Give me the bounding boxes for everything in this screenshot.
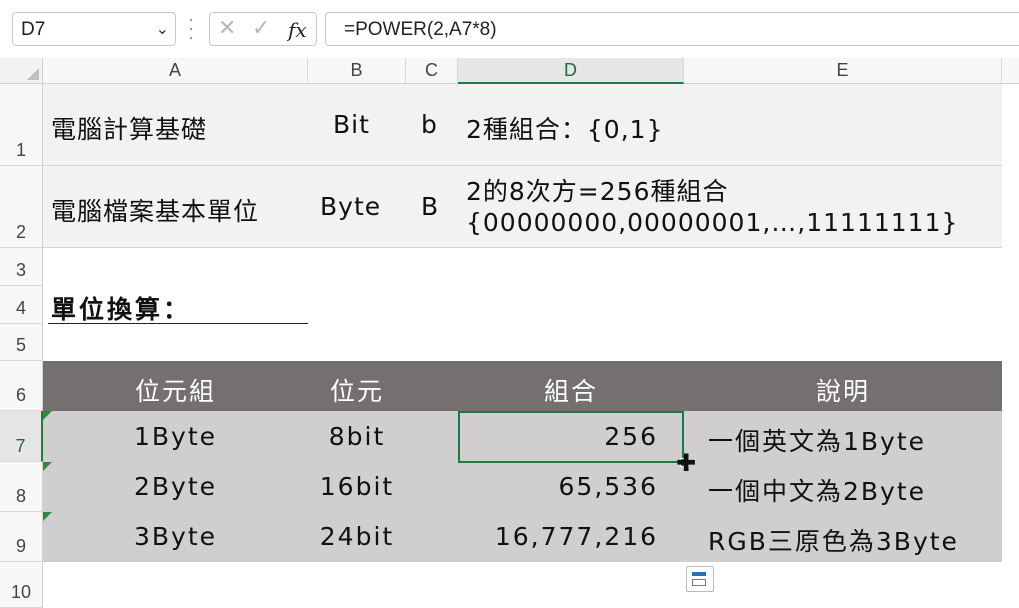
formula-input[interactable]: =POWER(2,A7*8) (325, 12, 1019, 46)
row-header-10[interactable]: 10 (0, 562, 43, 608)
row-header-2[interactable]: 2 (0, 166, 43, 248)
cell-a1[interactable]: 電腦計算基礎 (51, 110, 207, 146)
row-number: 3 (15, 260, 26, 280)
section-title-underline (48, 323, 308, 324)
table-header-bits[interactable]: 位元 (308, 372, 406, 408)
section-title[interactable]: 單位換算： (51, 290, 191, 326)
name-box[interactable]: D7 ⌄ (12, 12, 176, 46)
col-header-d[interactable]: D (458, 58, 684, 84)
active-cell-border (458, 411, 684, 463)
row-header-5[interactable]: 5 (0, 324, 43, 361)
cell-a8[interactable]: 2Byte (43, 472, 308, 501)
cell-e9[interactable]: RGB三原色為3Byte (708, 522, 959, 558)
cell-d2-line2[interactable]: {00000000,00000001,…,11111111} (466, 208, 958, 237)
error-indicator-icon[interactable] (43, 411, 52, 420)
row-number: 7 (15, 436, 26, 456)
cell-d9[interactable]: 16,777,216 (458, 522, 658, 551)
cell-e8[interactable]: 一個中文為2Byte (708, 472, 926, 508)
row-header-1[interactable]: 1 (0, 84, 43, 166)
more-options-icon[interactable]: · · · (188, 10, 194, 46)
formula-bar: D7 ⌄ · · · ✕ ✓ fx =POWER(2,A7*8) (0, 0, 1019, 60)
formula-text: =POWER(2,A7*8) (344, 19, 497, 40)
table-header-description[interactable]: 說明 (684, 372, 1002, 408)
col-header-f[interactable] (1002, 58, 1019, 84)
cancel-icon[interactable]: ✕ (218, 16, 236, 41)
cell-d8[interactable]: 65,536 (458, 472, 658, 501)
vertical-scrollbar[interactable] (1003, 84, 1019, 608)
error-indicator-icon[interactable] (43, 462, 52, 471)
row-divider (43, 165, 1002, 166)
cell-c2[interactable]: B (421, 192, 439, 221)
col-header-c[interactable]: C (406, 58, 458, 84)
col-header-b[interactable]: B (308, 58, 406, 84)
enter-icon[interactable]: ✓ (252, 16, 270, 41)
row-number: 9 (15, 536, 26, 556)
cell-c1[interactable]: b (421, 110, 438, 139)
row-number: 8 (15, 486, 26, 506)
row-number: 5 (15, 335, 26, 355)
row-number: 2 (15, 222, 26, 242)
select-all-corner[interactable] (0, 58, 43, 84)
table-header-bytes[interactable]: 位元組 (43, 372, 308, 408)
row-number: 1 (15, 140, 26, 160)
cell-b8[interactable]: 16bit (308, 472, 406, 501)
row-number: 10 (10, 582, 32, 602)
formula-buttons: ✕ ✓ fx (209, 12, 317, 46)
cell-b1[interactable]: Bit (333, 110, 370, 139)
row-header-4[interactable]: 4 (0, 286, 43, 324)
row-header-3[interactable]: 3 (0, 248, 43, 286)
cell-a7[interactable]: 1Byte (43, 422, 308, 451)
col-header-e[interactable]: E (684, 58, 1002, 84)
row-header-6[interactable]: 6 (0, 361, 43, 411)
quick-analysis-icon[interactable] (686, 566, 714, 592)
row-number: 4 (15, 298, 26, 318)
chevron-down-icon[interactable]: ⌄ (156, 19, 169, 38)
cell-b7[interactable]: 8bit (308, 422, 406, 451)
cell-b2[interactable]: Byte (320, 192, 381, 221)
error-indicator-icon[interactable] (43, 512, 52, 521)
cell-b9[interactable]: 24bit (308, 522, 406, 551)
col-header-a[interactable]: A (43, 58, 308, 84)
row-header-9[interactable]: 9 (0, 512, 43, 562)
cell-a2[interactable]: 電腦檔案基本單位 (51, 192, 259, 228)
cell-a9[interactable]: 3Byte (43, 522, 308, 551)
row-header-8[interactable]: 8 (0, 462, 43, 512)
row-number: 6 (15, 385, 26, 405)
cell-d2-line1[interactable]: 2的8次方=256種組合 (466, 172, 728, 208)
row-divider (43, 247, 1002, 248)
name-box-value: D7 (21, 19, 46, 40)
cell-d1[interactable]: 2種組合：{0,1} (466, 110, 663, 146)
cursor-plus-icon: ✚ (676, 449, 697, 477)
cell-e7[interactable]: 一個英文為1Byte (708, 422, 926, 458)
row-header-7[interactable]: 7 (0, 411, 43, 462)
insert-function-icon[interactable]: fx (288, 18, 307, 42)
